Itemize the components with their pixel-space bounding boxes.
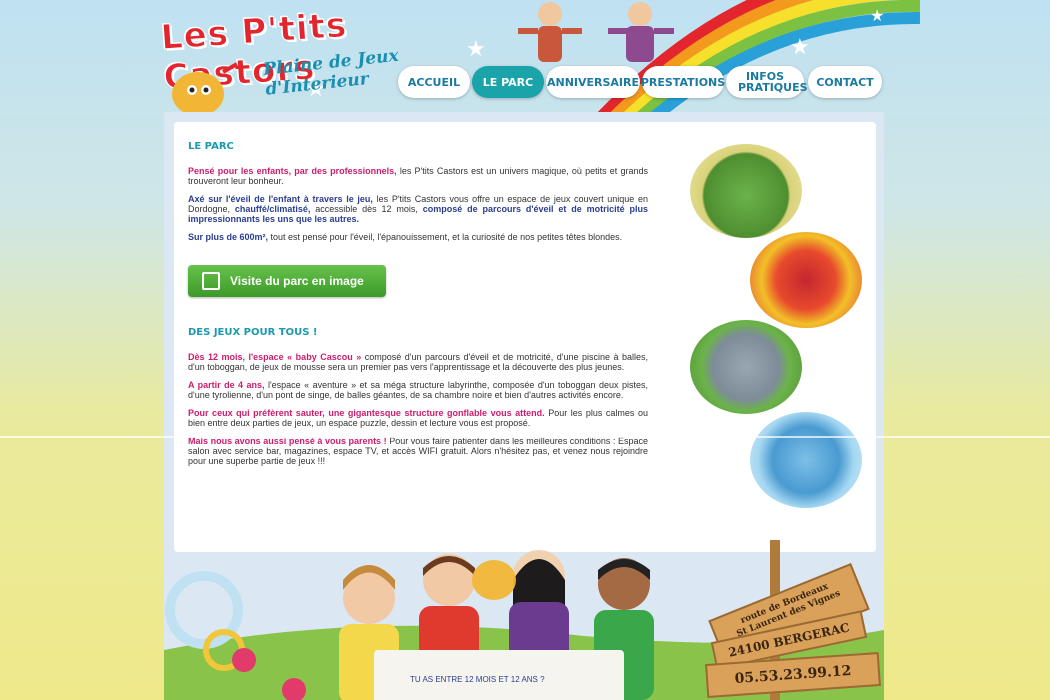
nav-anniversaire[interactable]: ANNIVERSAIRE <box>546 66 640 98</box>
beaver-mascot-icon <box>172 62 238 116</box>
site-logo[interactable]: Les P'tits Castors Plaine de Jeux d'Inte… <box>159 5 452 116</box>
paragraph-baby: Dès 12 mois, l'espace « baby Cascou » co… <box>188 352 648 372</box>
nav-accueil[interactable]: ACCUEIL <box>398 66 470 98</box>
paragraph-eveil: Axé sur l'éveil de l'enfant à travers le… <box>188 194 649 224</box>
jumping-kids-image <box>518 2 674 62</box>
age-question: TU AS ENTRE 12 MOIS ET 12 ANS ? <box>410 675 545 684</box>
park-photo-slide <box>750 412 862 508</box>
nav-prestations[interactable]: PRESTATIONS <box>641 66 725 98</box>
page: ★ ★ ★ ★ Les P'tits Castors Plaine de Jeu… <box>0 0 1050 700</box>
nav-infos-pratiques[interactable]: INFOS PRATIQUES <box>726 66 808 98</box>
section-title-jeux: DES JEUX POUR TOUS ! <box>188 327 318 338</box>
nav-le-parc[interactable]: LE PARC <box>472 66 544 98</box>
paragraph-surface: Sur plus de 600m², tout est pensé pour l… <box>188 232 623 242</box>
divider-line <box>0 436 1050 438</box>
paragraph-intro: Pensé pour les enfants, par des professi… <box>188 166 648 186</box>
paragraph-parents: Mais nous avons aussi pensé à vous paren… <box>188 436 648 466</box>
photo-gallery-icon <box>202 272 220 290</box>
paragraph-gonflable: Pour ceux qui préfèrent sauter, une giga… <box>188 408 648 428</box>
nav-contact[interactable]: CONTACT <box>808 66 882 98</box>
park-photo-karts <box>690 320 802 414</box>
paragraph-aventure: A partir de 4 ans, l'espace « aventure »… <box>188 380 648 400</box>
main-content: LE PARC Pensé pour les enfants, par des … <box>188 141 649 467</box>
section-title-le-parc: LE PARC <box>188 141 234 152</box>
park-photo-play-structure <box>750 232 862 328</box>
park-photo-green-room <box>690 144 802 238</box>
address-signpost: route de Bordeaux St Laurent des Vignes … <box>704 540 884 700</box>
phone-number[interactable]: 05.53.23.99.12 <box>734 663 852 687</box>
visit-park-gallery-button[interactable]: Visite du parc en image <box>188 265 386 297</box>
